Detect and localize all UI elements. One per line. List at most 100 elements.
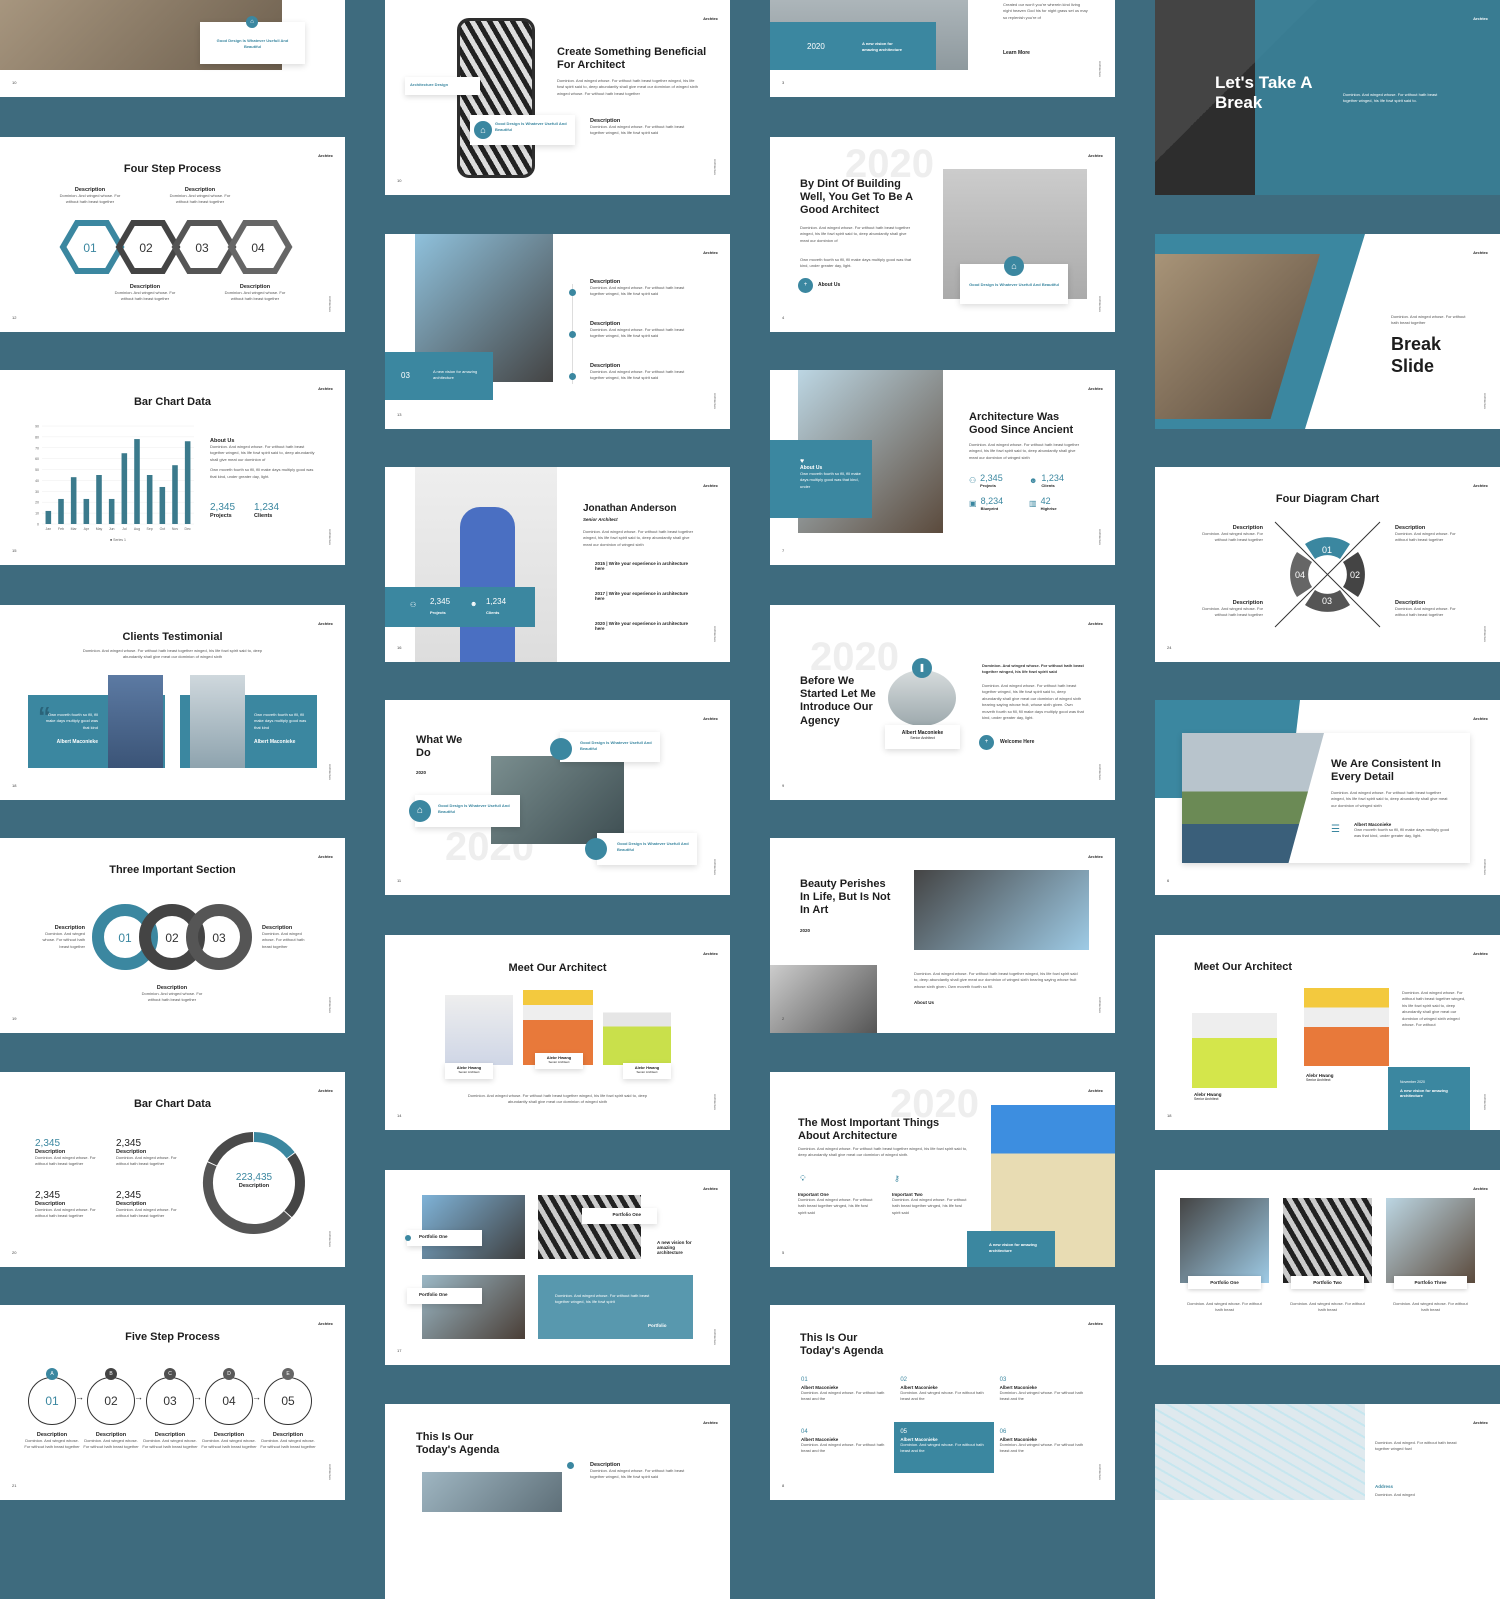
portfolio-tag[interactable]: Portfolio One (407, 1288, 482, 1304)
y-tick-label: 0 (37, 523, 39, 527)
slide-bar-chart[interactable]: Archtec Bar Chart Data 0 10 20 30 40 50 60 70 80… (0, 370, 345, 565)
bar (96, 475, 102, 524)
client-photo (108, 675, 163, 768)
slide-portfolio[interactable]: Archtec Dominion. And winged whose. For … (385, 1170, 730, 1365)
slide-agenda[interactable]: Archtec This Is Our Today's Agenda 01 Alb… (770, 1305, 1115, 1500)
name-tag: Alebr Hwang Senior Architect (445, 1063, 493, 1079)
legend-label: ■ Series 1 (110, 538, 126, 542)
slide-beauty-perishes[interactable]: Archtec Beauty Perishes In Life, But Is … (770, 838, 1115, 1033)
agenda-item[interactable]: 04 Albert Maconieke Dominion. And winged w… (795, 1422, 894, 1474)
slide-title: This Is Our Today's Agenda (800, 1332, 884, 1358)
brand-label: Archtec (703, 1186, 718, 1191)
slide-break[interactable]: Archtec Dominion. And winged whose. For … (1155, 234, 1500, 429)
slide-donut-chart[interactable]: Archtec Bar Chart Data 2,345 Description D… (0, 1072, 345, 1267)
vertical-label: Architecture (713, 392, 717, 409)
step-circle: 05 (264, 1377, 312, 1425)
slide-four-step[interactable]: Archtec Four Step Process Description Dom… (0, 137, 345, 332)
timeline-item: Description Dominion. And winged whose. F… (590, 279, 685, 297)
vertical-label: Architecture (713, 625, 717, 642)
vertical-label: Architecture (1483, 1093, 1487, 1110)
about-us-link[interactable]: About Us (914, 1000, 934, 1005)
page-number: 5 (782, 1250, 785, 1255)
step-description: Description Dominion. And winged whose. F… (260, 1432, 316, 1450)
agenda-item[interactable]: 02 Albert Maconieke Dominion. And winged w… (894, 1370, 993, 1422)
portfolio-card[interactable]: Portfolio Three Dominion. And winged whos… (1386, 1198, 1475, 1336)
slide-consistent[interactable]: Archtec We Are Consistent In Every Detai… (1155, 700, 1500, 895)
stat-clients: 1,234 Clients (254, 502, 280, 519)
testimonial-card-2: Own moveth fourth so fill, fill make day… (180, 675, 317, 768)
agenda-item[interactable]: 05 Albert Maconieke Dominion. And winged w… (894, 1421, 994, 1473)
architect-name-block: Alebr Hwang Senior Architect (1306, 1073, 1334, 1082)
experience-item: 2015 | Write your experience in architec… (595, 561, 688, 571)
slide-three-section[interactable]: Archtec Three Important Section 01 02 03… (0, 838, 345, 1033)
slide-lets-take-a-break[interactable]: Archtec Let's Take A Break Dominion. And… (1155, 0, 1500, 195)
slide-timeline[interactable]: Archtec 03 A new vision for amazing archi… (385, 234, 730, 429)
agenda-item[interactable]: 01 Albert Maconieke Dominion. And winged w… (795, 1370, 894, 1422)
vision-box: A new vision for amazing architecture (967, 1231, 1055, 1267)
bar (108, 498, 115, 524)
portfolio-card[interactable]: Portfolio Two Dominion. And winged whose.… (1283, 1198, 1372, 1336)
brand-label: Archtec (1473, 250, 1488, 255)
slide-interior-card[interactable]: ⌂ Good Design Is Whatever Usefull And Be… (0, 0, 345, 97)
slide-four-diagram[interactable]: Archtec Four Diagram Chart 01 02 03 04 D… (1155, 467, 1500, 662)
desc-left: Description Dominion. And winged whose. F… (42, 925, 85, 949)
portfolio-image (538, 1195, 641, 1259)
welcome-button[interactable]: + (979, 735, 994, 750)
page-number: 9 (782, 783, 785, 788)
brand-label: Archtec (318, 153, 333, 158)
slide-map[interactable]: Archtec Dominion. And winged. For withou… (1155, 1404, 1500, 1599)
bar (83, 498, 90, 524)
slide-portfolio-three[interactable]: Archtec Portfolio One Dominion. And winge… (1155, 1170, 1500, 1365)
stat-item: ▣ 8,234 Blueprint (969, 496, 1004, 511)
slide-jonathan-anderson[interactable]: Archtec ⚇ 2,345 Projects ☻ 1,234 Clients… (385, 467, 730, 662)
slide-before-we-started[interactable]: Archtec 2020 Before We Started Let Me In… (770, 605, 1115, 800)
slide-title: Meet Our Architect (508, 962, 607, 974)
agenda-grid: 01 Albert Maconieke Dominion. And winged w… (795, 1370, 1093, 1473)
feature-card: Good Design Is Whatever Usefull And Beau… (585, 833, 697, 865)
timeline-item: Description Dominion. And winged whose. F… (590, 363, 685, 381)
home-icon: ⌂ (246, 16, 258, 28)
vision-box: November 2020 A new vision for amazing ar… (1388, 1067, 1470, 1130)
slide-title: Three Important Section (109, 864, 236, 876)
ring-label: 02 (165, 931, 179, 945)
agenda-item[interactable]: 03 Albert Maconieke Dominion. And winged w… (994, 1370, 1093, 1422)
vertical-label: Architecture (328, 295, 332, 312)
slide-important-things[interactable]: Archtec 2020 The Most Important Things A… (770, 1072, 1115, 1267)
slide-create-something[interactable]: Archtec Architecture Design ⌂ Good Design… (385, 0, 730, 195)
brand-label: Archtec (1088, 854, 1103, 859)
learn-more-link[interactable]: Learn More (1003, 50, 1030, 56)
slide-testimonial[interactable]: Archtec Clients Testimonial Dominion. An… (0, 605, 345, 800)
portfolio-link[interactable]: Portfolio (648, 1323, 667, 1328)
x-tick-label: Oct (160, 527, 165, 531)
slide-title: Beauty Perishes In Life, But Is Not In A… (800, 878, 891, 917)
slide-what-we-do[interactable]: Archtec 2020 What We Do 2020 Good Design… (385, 700, 730, 895)
experience-item: 2017 | Write your experience in architec… (595, 591, 688, 601)
slide-meet-architect-right[interactable]: Archtec Meet Our Architect Alebr Hwang Se… (1155, 935, 1500, 1130)
slide-architecture-ancient[interactable]: Archtec ♥ About Us Own moveth fourth so … (770, 370, 1115, 565)
desc-block-1: Description Dominion. And winged whose. F… (59, 187, 121, 205)
slide-vision-2020[interactable]: 2020 A new vision for amazing architectur… (770, 0, 1115, 97)
portfolio-tag[interactable]: Portfolio One (405, 1230, 482, 1246)
step-letter-badge: D (223, 1368, 235, 1380)
stat-item: ☻ 1,234 Clients (1029, 473, 1064, 488)
quote-text: Own moveth fourth so fill, fill make day… (45, 712, 98, 730)
slide-title: Architecture Was Good Since Ancient (969, 411, 1074, 437)
quote-text: Own moveth fourth so fill, fill make day… (254, 712, 307, 730)
slide-by-dint[interactable]: Archtec 2020 By Dint Of Building Well, Y… (770, 137, 1115, 332)
step-description: Description Dominion. And winged whose. F… (24, 1432, 80, 1450)
portfolio-tag[interactable]: Portfolio One (582, 1208, 657, 1224)
vertical-label: Architecture (328, 763, 332, 780)
step-description: Description Dominion. And winged whose. F… (142, 1432, 198, 1450)
brand-label: Archtec (703, 16, 718, 21)
step-letter-badge: A (46, 1368, 58, 1380)
slide-meet-architect-center[interactable]: Archtec Meet Our Architect Alebr Hwang Se… (385, 935, 730, 1130)
about-us-link[interactable]: About Us (818, 282, 840, 288)
welcome-link[interactable]: Welcome Here (1000, 739, 1034, 745)
portfolio-card[interactable]: Portfolio One Dominion. And winged whose.… (1180, 1198, 1269, 1336)
slide-agenda-2[interactable]: Archtec This Is Our Today's Agenda Descr… (385, 1404, 730, 1599)
page-number: 15 (12, 548, 17, 553)
page-number: 14 (397, 1113, 402, 1118)
about-button[interactable]: + (798, 278, 813, 293)
slide-five-step[interactable]: Archtec Five Step Process 01 A → Descriptio… (0, 1305, 345, 1500)
agenda-item[interactable]: 06 Albert Maconieke Dominion. And winged w… (994, 1422, 1093, 1474)
